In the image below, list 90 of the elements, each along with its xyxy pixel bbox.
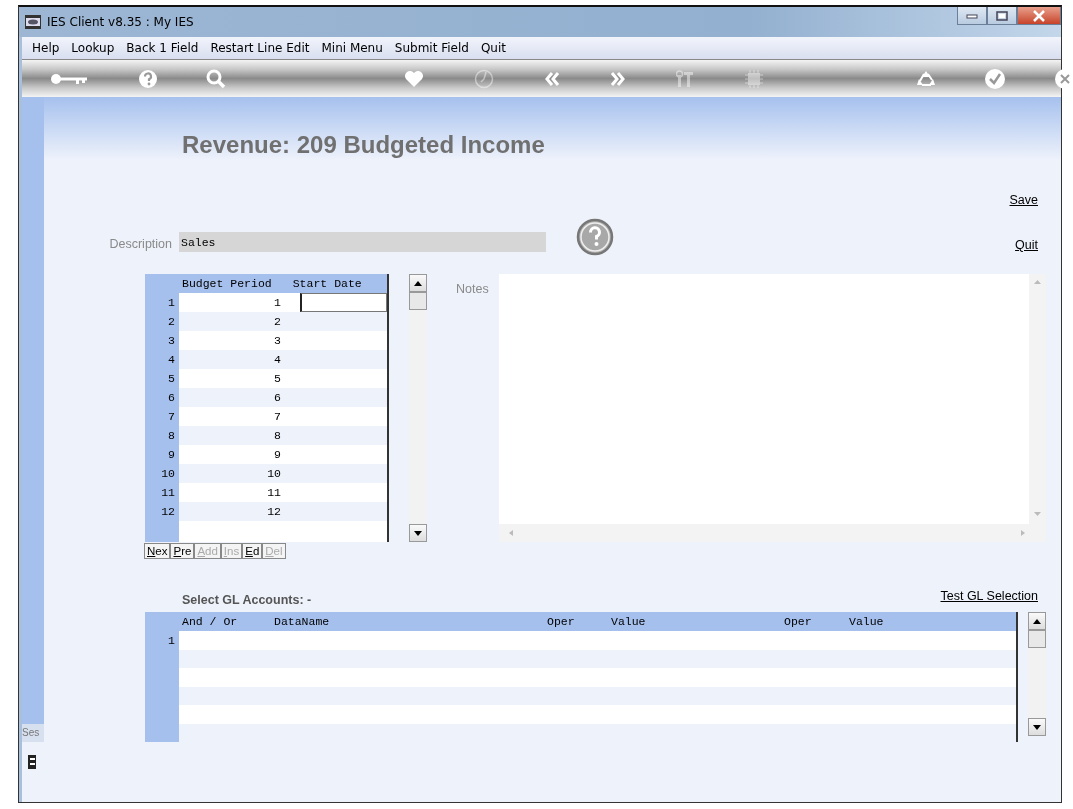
- section-title: Select GL Accounts: -: [182, 592, 312, 610]
- row-number: 1: [167, 295, 176, 311]
- table-row[interactable]: 7: [179, 407, 387, 426]
- column-header: Value: [849, 614, 884, 630]
- row-number: 9: [167, 447, 176, 463]
- key-icon[interactable]: [50, 71, 90, 86]
- table-cell-text: 9: [273, 447, 281, 463]
- table-cell-text: 1: [273, 295, 281, 311]
- table-row[interactable]: 5: [179, 369, 387, 388]
- column-header: And / Or: [182, 614, 238, 630]
- menu-item[interactable]: Help: [26, 39, 66, 57]
- table-cell-text: 4: [273, 352, 281, 368]
- field-label: Description: [108, 235, 172, 253]
- column-header: Budget Period: [182, 276, 272, 292]
- table-cell-text: 8: [273, 428, 281, 444]
- document-icon: [28, 754, 36, 769]
- table-cell-text: 6: [273, 390, 281, 406]
- menu-item[interactable]: Mini Menu: [315, 39, 389, 57]
- maximize-icon: [996, 10, 1008, 21]
- row-number: 10: [160, 466, 176, 482]
- menu-item[interactable]: Quit: [474, 39, 512, 57]
- page-title: Revenue: 209 Budgeted Income: [182, 130, 545, 160]
- column-header: Start Date: [292, 276, 362, 292]
- quit-link[interactable]: Quit: [1015, 235, 1038, 255]
- check-icon[interactable]: [984, 67, 1006, 90]
- menu-item[interactable]: Lookup: [65, 39, 121, 57]
- scroll-up-button[interactable]: [409, 274, 427, 292]
- maximize-button[interactable]: [987, 7, 1017, 25]
- notes-label: Notes: [456, 281, 490, 298]
- row-number: 12: [160, 504, 176, 520]
- double-chevron-right-icon[interactable]: [610, 70, 626, 87]
- description-field[interactable]: Sales: [179, 232, 546, 252]
- table-cell-text: 3: [273, 333, 281, 349]
- row-number: 7: [167, 409, 176, 425]
- row-number: 1: [167, 633, 176, 649]
- row-number: 8: [167, 428, 176, 444]
- table-cell-text: 7: [273, 409, 281, 425]
- row-number: 5: [167, 371, 176, 387]
- minimize-icon: [966, 12, 978, 19]
- window-title: IES Client v8.35 : My IES: [47, 14, 194, 31]
- row-number: 6: [167, 390, 176, 406]
- down-arrow-icon: [1033, 724, 1041, 730]
- row-number: 2: [167, 314, 176, 330]
- notes-field[interactable]: [499, 274, 1046, 542]
- scroll-up-button[interactable]: [1028, 612, 1046, 630]
- table-cell-text: 2: [273, 314, 281, 330]
- table-row[interactable]: 3: [179, 331, 387, 350]
- column-header: Oper: [784, 614, 812, 630]
- scrollbar[interactable]: [409, 274, 427, 542]
- close-icon: [1032, 9, 1046, 22]
- nav-button[interactable]: Nex: [144, 543, 171, 559]
- close-icon[interactable]: [1054, 67, 1073, 90]
- search-icon[interactable]: [206, 68, 226, 89]
- up-arrow-icon: [1033, 618, 1041, 624]
- table-cell-text: 11: [266, 485, 281, 501]
- menu-item[interactable]: Restart Line Edit: [204, 39, 316, 57]
- heart-icon[interactable]: [404, 69, 424, 88]
- menu-item[interactable]: Back 1 Field: [120, 39, 205, 57]
- table-row[interactable]: 9: [179, 445, 387, 464]
- row-number: 3: [167, 333, 176, 349]
- help-icon[interactable]: [138, 68, 158, 89]
- row-number: 11: [160, 485, 176, 501]
- panel-tab[interactable]: Ses: [22, 724, 44, 742]
- double-chevron-left-icon[interactable]: [544, 70, 560, 87]
- scroll-down-button[interactable]: [409, 524, 427, 542]
- nav-button[interactable]: Ed: [242, 543, 263, 559]
- column-header: Oper: [547, 614, 575, 630]
- table-row[interactable]: 1: [179, 293, 387, 312]
- table-row[interactable]: 11: [179, 483, 387, 502]
- menu-item[interactable]: Submit Field: [388, 39, 475, 57]
- app-icon: [25, 15, 41, 29]
- down-arrow-icon: [414, 530, 422, 536]
- scrollbar[interactable]: [1028, 612, 1046, 736]
- close-button[interactable]: [1017, 7, 1061, 25]
- table-cell-text: 12: [266, 504, 281, 520]
- table-cell-text: 10: [266, 466, 281, 482]
- date-input-field[interactable]: [300, 293, 387, 312]
- nav-button[interactable]: Pre: [170, 543, 195, 559]
- help-icon[interactable]: [576, 218, 614, 256]
- column-header: DataName: [274, 614, 330, 630]
- test-selection-link[interactable]: Test GL Selection: [940, 587, 1038, 606]
- minimize-button[interactable]: [957, 7, 987, 25]
- column-header: Value: [611, 614, 646, 630]
- save-link[interactable]: Save: [1009, 191, 1038, 210]
- scroll-thumb[interactable]: [409, 292, 427, 310]
- up-arrow-icon: [414, 280, 422, 286]
- table-cell-text: 5: [273, 371, 281, 387]
- row-number: 4: [167, 352, 176, 368]
- scroll-thumb[interactable]: [1028, 630, 1046, 648]
- scroll-down-button[interactable]: [1028, 718, 1046, 736]
